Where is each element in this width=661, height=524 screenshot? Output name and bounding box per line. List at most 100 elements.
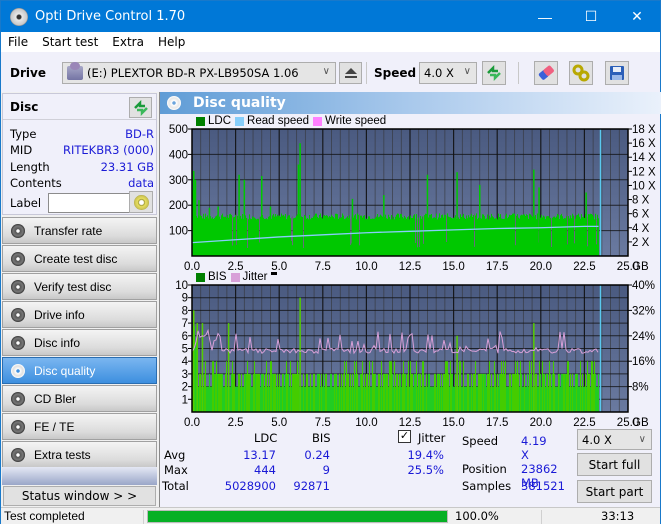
disc-refresh-button[interactable] [129,97,152,118]
test-speed-select[interactable]: 4.0 X ∨ [577,429,652,450]
status-window-button[interactable]: Status window > > [3,486,156,506]
nav-extra-tests[interactable]: Extra tests [2,441,157,468]
drive-icon [67,62,83,80]
nav-disc-quality[interactable]: Disc quality [2,357,157,384]
settings-icon [572,64,590,82]
disc-info-panel: Disc Type BD-R MID RITEKBR3 (000) Length 23… [2,93,157,215]
nav-transfer-rate[interactable]: Transfer rate [2,217,157,244]
y-tick-label: 8 [182,305,188,317]
nav-disc-info[interactable]: Disc info [2,329,157,356]
stats-header-bis: BIS [312,431,331,445]
disc-label-button[interactable] [129,191,153,213]
save-button[interactable] [605,61,629,85]
elapsed-time: 33:13 [601,509,635,523]
y-right-tick-label: 40% [632,280,655,292]
minimize-button[interactable]: — [522,1,568,32]
position-label: Position [462,462,507,476]
status-bar: Test completed 100.0% 33:13 [1,507,660,524]
app-disc-icon [10,7,28,26]
menu-start-test[interactable]: Start test [35,35,105,49]
chevron-down-icon: ∨ [322,66,330,77]
chevron-down-icon: ∨ [463,66,471,77]
toolbar-separator [518,62,519,84]
disc-label-input[interactable] [48,193,131,213]
disc-icon [11,251,25,266]
y-tick-label: 3 [182,369,188,381]
y-right-tick-label: 24% [632,331,655,343]
x-tick-label: 2.5 [228,417,244,429]
nav-label: Create test disc [34,251,118,266]
status-divider [143,510,144,524]
progress-fill [148,511,447,522]
y-right-tick-label: 8% [632,382,649,394]
nav-label: Extra tests [34,447,91,462]
disc-quality-panel: Disc quality LDC Read speed Write speed … [159,92,661,507]
progress-bar [147,510,448,523]
stats-total-ldc: 5028900 [224,479,276,493]
disc-type-row: Type BD-R [10,127,154,141]
drive-select[interactable]: (E:) PLEXTOR BD-R PX-LB950SA 1.06 ∨ [62,62,336,84]
stats-avg-bis: 0.24 [304,448,330,462]
x-tick-label: 7.5 [315,417,331,429]
eject-button[interactable] [339,62,362,84]
nav-cd-bler[interactable]: CD Bler [2,385,157,412]
stats-max-label: Max [164,463,188,477]
toolbar-separator [366,62,367,84]
disc-mid-row: MID RITEKBR3 (000) [10,143,154,157]
y-tick-label: 7 [182,318,188,330]
app-window: Opti Drive Control 1.70 — ☐ ✕ File Start… [0,0,661,524]
erase-button[interactable] [534,61,558,85]
menu-file[interactable]: File [1,35,35,49]
stats-max-jitter: 25.5% [407,463,444,477]
toolbar: Drive (E:) PLEXTOR BD-R PX-LB950SA 1.06 … [1,52,660,92]
start-full-button[interactable]: Start full [577,453,652,476]
disc-icon [11,391,25,406]
stats-total-bis: 92871 [293,479,330,493]
window-title: Opti Drive Control 1.70 [35,9,186,24]
speed-stat-label: Speed [462,434,499,448]
nav-label: Verify test disc [34,279,112,294]
disc-label-key: Label [10,196,42,210]
maximize-button[interactable]: ☐ [568,1,614,32]
speed-label: Speed [374,66,417,80]
disc-contents-key: Contents [10,176,62,190]
chevron-down-icon: ∨ [638,434,646,445]
disc-icon [11,447,25,462]
disc-icon [11,307,25,322]
disc-icon [11,419,25,434]
settings-button[interactable] [569,61,593,85]
disc-type-value: BD-R [125,127,154,141]
nav-label: Disc info [34,335,81,350]
status-text: Test completed [4,509,85,523]
disc-length-key: Length [10,160,50,174]
disc-label-row: Label [10,193,131,213]
title-bar: Opti Drive Control 1.70 — ☐ ✕ [1,1,660,32]
disc-mid-value: RITEKBR3 (000) [63,143,154,157]
x-tick-label: 17.5 [486,417,508,429]
nav-create-test-disc[interactable]: Create test disc [2,245,157,272]
eject-icon [344,68,357,78]
speed-select[interactable]: 4.0 X ∨ [419,62,477,84]
x-tick-label: 12.5 [399,417,421,429]
nav-drive-info[interactable]: Drive info [2,301,157,328]
jitter-checkbox[interactable]: ✓ [398,430,411,443]
stats-header-ldc: LDC [254,431,278,445]
x-tick-label: 0.0 [184,417,200,429]
nav-label: CD Bler [34,391,77,406]
start-part-button[interactable]: Start part [577,480,652,503]
disc-icon [11,363,25,378]
stats-avg-label: Avg [164,448,186,462]
nav-fe-te[interactable]: FE / TE [2,413,157,440]
menu-help[interactable]: Help [151,35,192,49]
disc-icon [11,223,25,238]
save-icon [610,66,624,80]
x-tick-label: 22.5 [573,417,595,429]
disc-length-row: Length 23.31 GB [10,160,154,174]
menu-extra[interactable]: Extra [105,35,151,49]
stats-total-label: Total [162,479,189,493]
bis-chart: 12345678910 8% 16% 24% 32% 40% 0.0 2.5 5.0 7.5 10.… [175,280,655,429]
progress-percent: 100.0% [455,509,499,523]
refresh-button[interactable] [482,61,506,85]
close-button[interactable]: ✕ [614,1,660,32]
nav-verify-test-disc[interactable]: Verify test disc [2,273,157,300]
